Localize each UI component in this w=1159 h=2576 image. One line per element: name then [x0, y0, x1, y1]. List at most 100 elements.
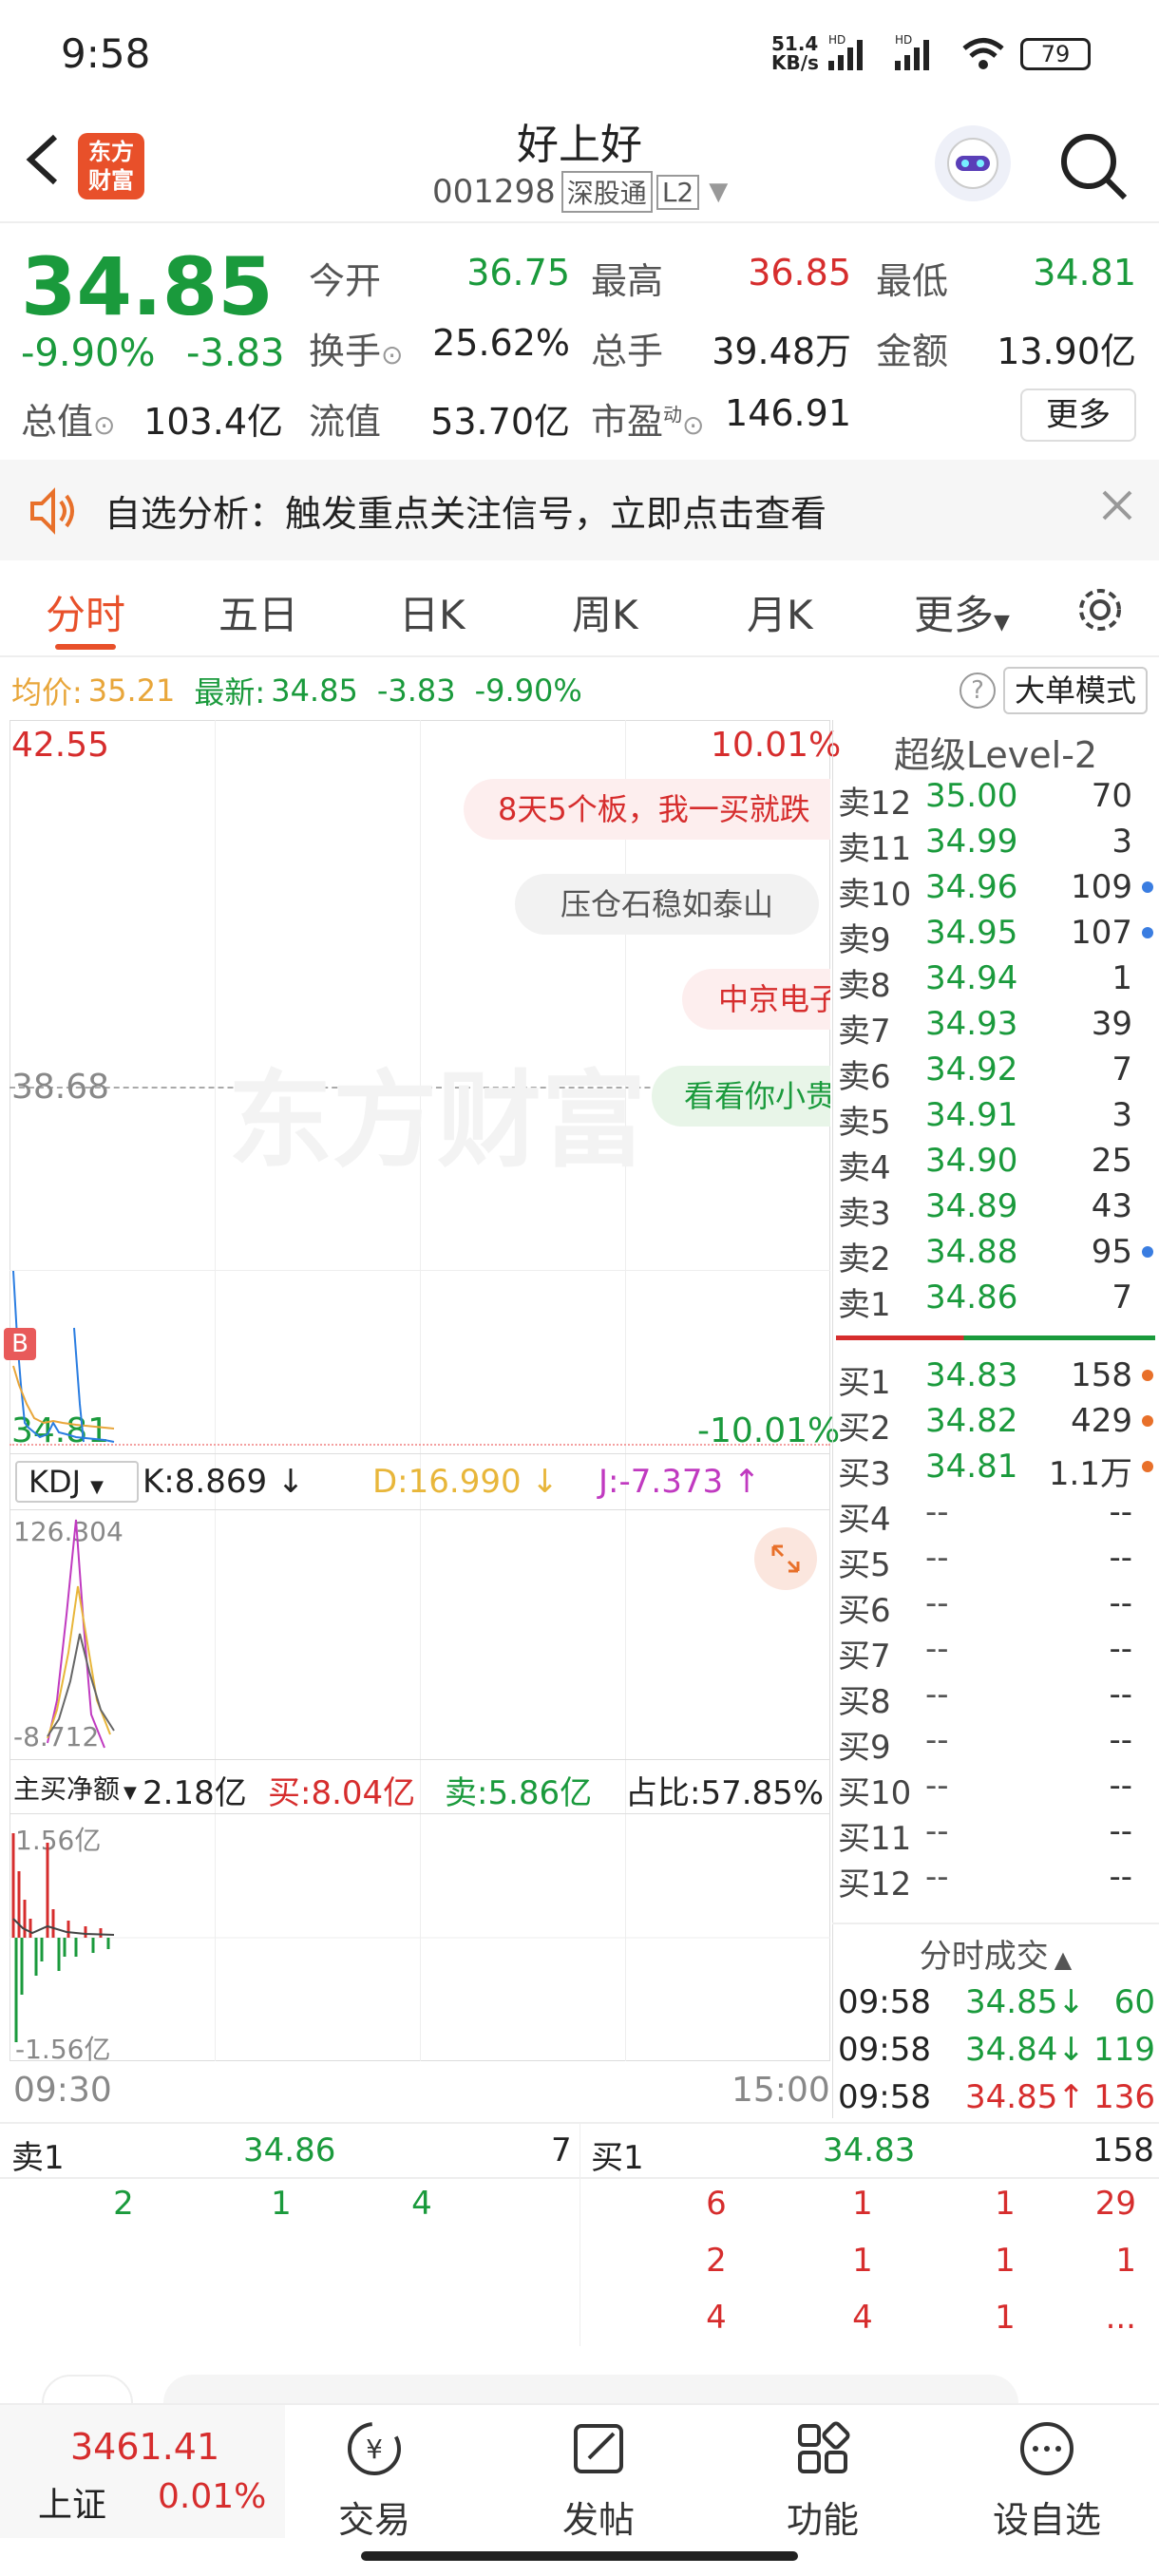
float-value: 53.70亿 [430, 401, 570, 443]
notice-text: 自选分析：触发重点关注信号，立即点击查看 [104, 493, 827, 535]
flow-sell: 卖:5.86亿 [445, 1774, 593, 1812]
queue-buy-vol: 158 [1092, 2131, 1154, 2169]
mktcap-label[interactable]: 总值⊙ [21, 392, 115, 445]
bid-row[interactable]: 买9 -- -- [836, 1717, 1159, 1767]
bid-row[interactable]: 买2 34.82 429 [836, 1398, 1159, 1448]
level2-title[interactable]: 超级Level-2 [832, 726, 1159, 778]
queue-buy-cell: 1 [1115, 2242, 1136, 2280]
robot-assistant-icon[interactable] [935, 125, 1011, 201]
ask-row[interactable]: 卖3 34.89 43 [836, 1184, 1159, 1233]
bid-row[interactable]: 买5 -- -- [836, 1535, 1159, 1584]
ask-row[interactable]: 卖9 34.95 107 [836, 910, 1159, 959]
level-volume: 39 [1091, 1005, 1132, 1043]
tab-daily-k[interactable]: 日K [399, 583, 466, 641]
turnover-label[interactable]: 换手⊙ [309, 322, 403, 374]
wifi-icon [960, 34, 1007, 76]
tab-five-day[interactable]: 五日 [218, 583, 298, 641]
time-axis-start: 09:30 [13, 2071, 112, 2110]
ask-row[interactable]: 卖12 35.00 70 [836, 773, 1159, 823]
big-order-mode-button[interactable]: 大单模式 [1003, 667, 1148, 714]
level-label: 卖7 [838, 1013, 891, 1051]
bid-row[interactable]: 买4 -- -- [836, 1489, 1159, 1539]
ask-row[interactable]: 卖5 34.91 3 [836, 1092, 1159, 1142]
tab-intraday[interactable]: 分时 [46, 583, 125, 641]
flow-net: 2.18亿 [142, 1774, 247, 1812]
ask-row[interactable]: 卖6 34.92 7 [836, 1047, 1159, 1096]
ask-row[interactable]: 卖4 34.90 25 [836, 1138, 1159, 1187]
order-dot-icon [1142, 1643, 1153, 1655]
level-volume: 70 [1091, 777, 1132, 815]
bid-row[interactable]: 买10 -- -- [836, 1763, 1159, 1812]
bid-row[interactable]: 买11 -- -- [836, 1809, 1159, 1858]
order-dot-icon [1142, 1370, 1153, 1381]
svg-text:¥: ¥ [366, 2434, 383, 2465]
bid-row[interactable]: 买12 -- -- [836, 1854, 1159, 1904]
level-volume: 107 [1071, 914, 1132, 952]
level-volume: -- [1109, 1812, 1132, 1850]
more-dots-icon: ⊙ [682, 409, 705, 441]
chevron-down-icon: ▼ [709, 178, 729, 206]
comment-bubble[interactable]: 中京电子 [682, 969, 830, 1030]
gear-icon[interactable] [1074, 583, 1127, 640]
order-dot-icon [1142, 1155, 1153, 1166]
help-icon[interactable]: ? [960, 672, 996, 709]
last-price: 34.85 [21, 240, 274, 333]
buy-marker[interactable]: B [4, 1328, 36, 1360]
level-price: 34.90 [925, 1142, 1018, 1180]
queue-sell-cell: 2 [113, 2185, 134, 2223]
edit-icon [574, 2424, 623, 2473]
level-label: 卖8 [838, 967, 891, 1005]
flow-buy: 买:8.04亿 [268, 1774, 416, 1812]
ask-row[interactable]: 卖8 34.94 1 [836, 956, 1159, 1005]
ask-row[interactable]: 卖11 34.99 3 [836, 819, 1159, 868]
stock-code: 001298 [432, 173, 556, 211]
bid-row[interactable]: 买6 -- -- [836, 1581, 1159, 1630]
level-volume: -- [1109, 1584, 1132, 1622]
pe-label[interactable]: 市盈动⊙ [591, 392, 704, 445]
comment-bubble[interactable]: 压仓石稳如泰山 [515, 874, 819, 935]
queue-sell-cell: 1 [271, 2185, 292, 2223]
tab-weekly-k[interactable]: 周K [572, 583, 638, 641]
search-icon[interactable] [1056, 129, 1132, 209]
ask-row[interactable]: 卖10 34.96 109 [836, 864, 1159, 914]
bid-row[interactable]: 买3 34.81 1.1万 [836, 1444, 1159, 1493]
ask-row[interactable]: 卖2 34.88 95 [836, 1229, 1159, 1279]
level-label: 买1 [838, 1364, 891, 1402]
level-label: 买4 [838, 1501, 891, 1539]
notice-banner[interactable]: 自选分析：触发重点关注信号，立即点击查看 [0, 460, 1159, 560]
comment-bubble[interactable]: 8天5个板，我一买就跌 [464, 779, 830, 840]
bid-row[interactable]: 买1 34.83 158 [836, 1353, 1159, 1402]
ticks-title[interactable]: 分时成交 ▲ [832, 1930, 1159, 1977]
tick-time: 09:58 [838, 1983, 931, 2021]
float-label: 流值 [309, 401, 382, 443]
stock-code-row[interactable]: 001298 深股通 L2 ▼ [432, 171, 728, 213]
low-value: 34.81 [1033, 252, 1136, 294]
index-pct: 0.01% [158, 2477, 267, 2516]
comment-bubble[interactable]: 看看你小贵 [652, 1066, 830, 1127]
more-circle-icon [1020, 2422, 1074, 2475]
indicator-select[interactable]: KDJ ▼ [15, 1461, 139, 1503]
tab-underline [55, 644, 116, 650]
ask-row[interactable]: 卖7 34.93 39 [836, 1001, 1159, 1051]
close-icon[interactable] [1098, 486, 1136, 528]
queue-buy-cell: 4 [706, 2299, 727, 2337]
net-speed: 51.4 KB/s [771, 32, 819, 74]
ask-row[interactable]: 卖1 34.86 7 [836, 1275, 1159, 1324]
pe-value: 146.91 [725, 392, 851, 434]
tick-price: 34.85↓ [965, 1983, 1085, 2021]
level-volume: -- [1109, 1630, 1132, 1668]
index-widget[interactable]: 3461.41 上证 0.01% [0, 2405, 285, 2538]
tab-monthly-k[interactable]: 月K [747, 583, 813, 641]
chart-info-row: 均价: 35.21 最新: 34.85 -3.83 -9.90% [11, 672, 582, 710]
bid-row[interactable]: 买7 -- -- [836, 1626, 1159, 1676]
order-dot-icon [1142, 1415, 1153, 1427]
flow-select[interactable]: 主买净额 ▼ [13, 1769, 137, 1807]
level-price: 34.82 [925, 1402, 1018, 1440]
level-label: 买12 [838, 1866, 912, 1904]
more-button[interactable]: 更多 [1020, 388, 1136, 442]
tab-more[interactable]: 更多▼ [914, 583, 1010, 641]
level-label: 买10 [838, 1774, 912, 1812]
order-dot-icon [1142, 1598, 1153, 1609]
flow-chart [10, 1833, 830, 2042]
bid-row[interactable]: 买8 -- -- [836, 1672, 1159, 1721]
